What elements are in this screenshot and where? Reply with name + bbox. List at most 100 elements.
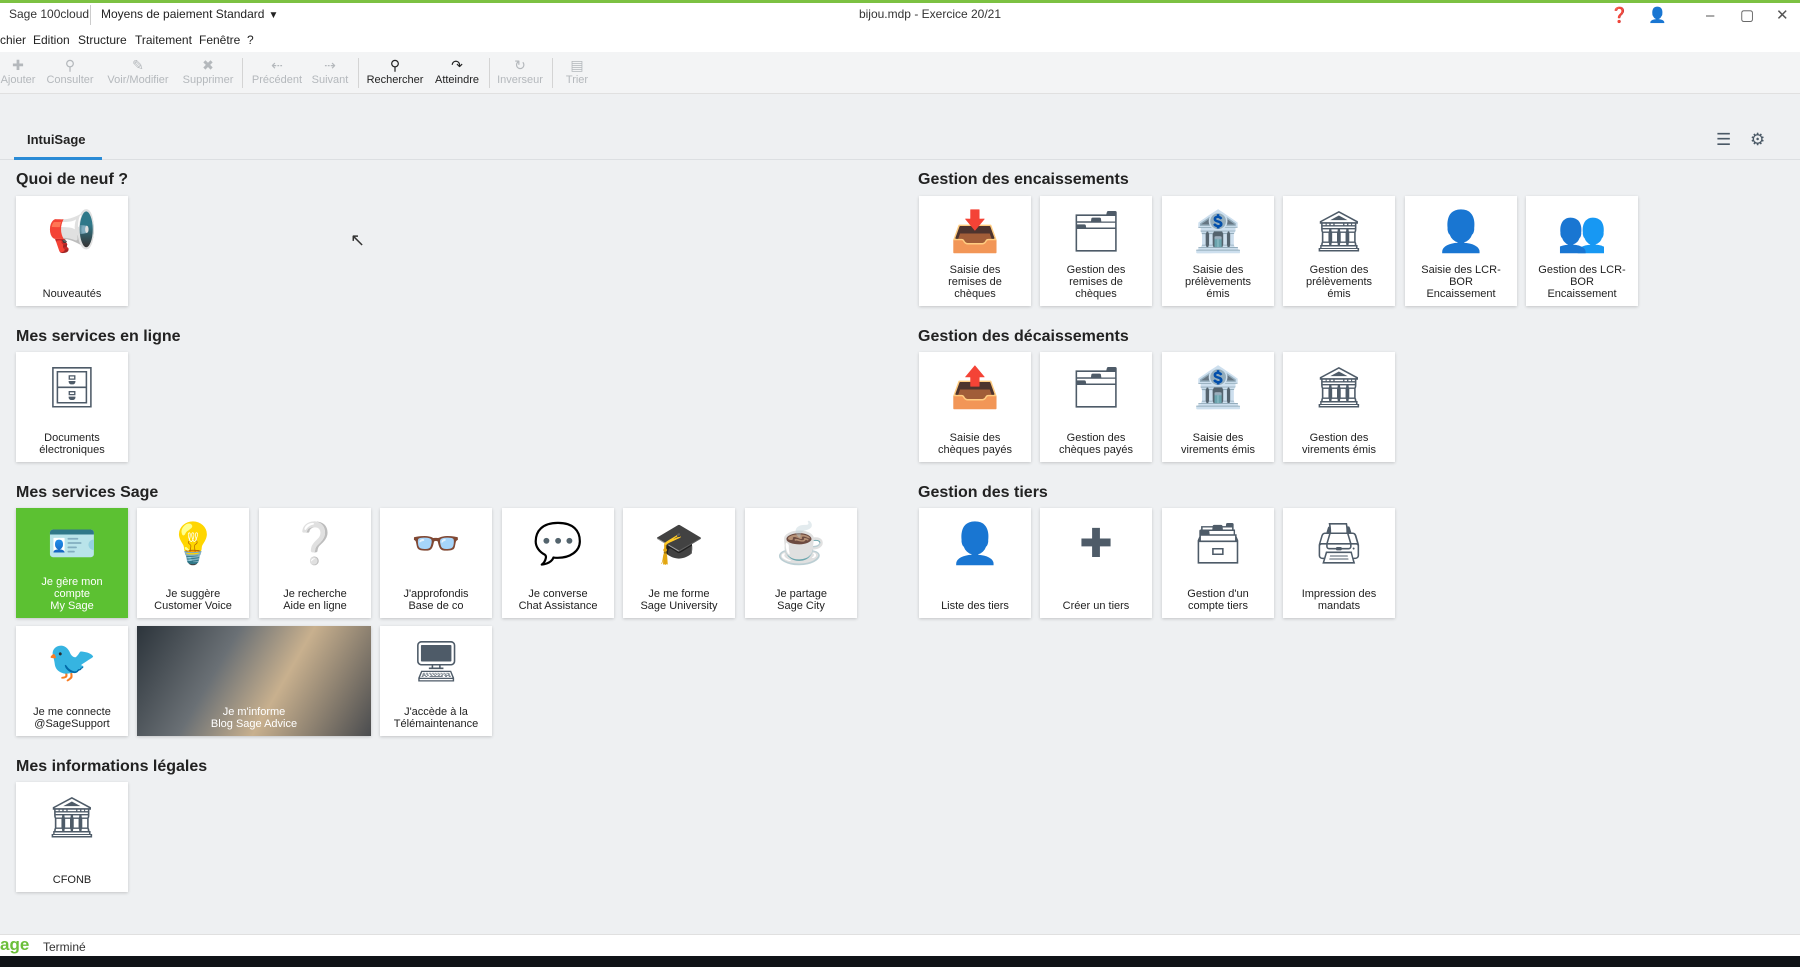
tile-label: Je suggère Customer Voice bbox=[154, 588, 232, 612]
tile-gestion-virements[interactable]: 🏛 Gestion des virements émis bbox=[1283, 352, 1395, 462]
consult-icon: ⚲ bbox=[64, 57, 76, 73]
menu-structure[interactable]: Structure bbox=[78, 33, 127, 47]
menu-traitement[interactable]: Traitement bbox=[135, 33, 192, 47]
tile-my-sage[interactable]: 🪪 Je gère mon compte My Sage bbox=[16, 508, 128, 618]
toolbar-separator bbox=[552, 58, 553, 88]
section-title-informations-legales: Mes informations légales bbox=[16, 758, 208, 775]
list-view-icon[interactable]: ☰ bbox=[1716, 130, 1731, 150]
person-icon: 👤 bbox=[950, 522, 1000, 566]
tile-label: J'approfondis Base de co bbox=[403, 588, 469, 612]
gear-icon[interactable]: ⚙ bbox=[1750, 130, 1765, 150]
menu-edition[interactable]: Edition bbox=[33, 33, 70, 47]
filing-cabinet-icon: 🗃 bbox=[1192, 522, 1244, 566]
tile-label: Gestion des prélèvements émis bbox=[1305, 264, 1373, 300]
person-folder-in-icon: 👥 bbox=[1557, 210, 1607, 254]
printer-icon: 🖨 bbox=[1313, 522, 1365, 566]
delete-button[interactable]: ✖ Supprimer bbox=[178, 57, 238, 86]
safe-icon: 🗄 bbox=[46, 366, 98, 410]
id-card-icon: 🪪 bbox=[47, 522, 97, 566]
bank-folder-in-icon: 🏛 bbox=[1313, 210, 1365, 254]
goto-icon: ↷ bbox=[451, 57, 463, 73]
bank-in-icon: 🏦 bbox=[1193, 210, 1243, 254]
status-text: Terminé bbox=[43, 940, 86, 954]
tile-customer-voice[interactable]: 💡 Je suggère Customer Voice bbox=[137, 508, 249, 618]
invert-button[interactable]: ↻ Inverseur bbox=[494, 57, 546, 86]
menu-help[interactable]: ? bbox=[247, 33, 254, 47]
tile-aide-en-ligne[interactable]: ❔ Je recherche Aide en ligne bbox=[259, 508, 371, 618]
tile-saisie-cheques-payes[interactable]: 📤 Saisie des chèques payés bbox=[919, 352, 1031, 462]
tile-label: Saisie des remises de chèques bbox=[948, 264, 1002, 300]
tile-label: Liste des tiers bbox=[941, 600, 1009, 612]
sort-button[interactable]: ▤ Trier bbox=[560, 57, 594, 86]
invert-icon: ↻ bbox=[514, 57, 526, 73]
consult-button[interactable]: ⚲ Consulter bbox=[42, 57, 98, 86]
tile-gestion-lcr-bor[interactable]: 👥 Gestion des LCR- BOR Encaissement bbox=[1526, 196, 1638, 306]
toolbar-separator bbox=[242, 58, 243, 88]
delete-icon: ✖ bbox=[202, 57, 214, 73]
tab-intuisage[interactable]: IntuiSage bbox=[27, 132, 86, 147]
tile-sage-support-twitter[interactable]: 🐦 Je me connecte @SageSupport bbox=[16, 626, 128, 736]
tile-label: Je gère mon compte My Sage bbox=[41, 576, 103, 612]
tile-sage-university[interactable]: 🎓 Je me forme Sage University bbox=[623, 508, 735, 618]
edit-icon: ✎ bbox=[132, 57, 144, 73]
tile-label: Gestion d'un compte tiers bbox=[1187, 588, 1249, 612]
tile-gestion-remises-cheques[interactable]: 🗂 Gestion des remises de chèques bbox=[1040, 196, 1152, 306]
tile-label: Gestion des virements émis bbox=[1302, 432, 1376, 456]
tile-saisie-prelevements[interactable]: 🏦 Saisie des prélèvements émis bbox=[1162, 196, 1274, 306]
maximize-icon[interactable]: ▢ bbox=[1740, 8, 1754, 23]
search-icon: ⚲ bbox=[389, 57, 401, 73]
mouse-cursor-icon: ↖ bbox=[350, 230, 366, 250]
minimize-icon[interactable]: – bbox=[1706, 8, 1714, 23]
question-icon: ❔ bbox=[290, 522, 340, 566]
close-icon[interactable]: ✕ bbox=[1776, 8, 1789, 23]
toolbar: ✚ Ajouter ⚲ Consulter ✎ Voir/Modifier ✖ Supp… bbox=[0, 52, 1800, 94]
menu-fenetre[interactable]: Fenêtre bbox=[199, 33, 240, 47]
tile-cfonb[interactable]: 🏛 CFONB bbox=[16, 782, 128, 892]
bank-folder-out-icon: 🏛 bbox=[1313, 366, 1365, 410]
window-title: bijou.mdp - Exercice 20/21 bbox=[858, 7, 1002, 21]
tile-label: Saisie des chèques payés bbox=[938, 432, 1012, 456]
tile-nouveautes[interactable]: 📢 Nouveautés bbox=[16, 196, 128, 306]
menu-fichier[interactable]: chier bbox=[0, 33, 26, 47]
coffee-cup-icon: ☕ bbox=[776, 522, 826, 566]
cheque-folder-out-icon: 🗂 bbox=[1070, 366, 1122, 410]
tile-telemaintenance[interactable]: 🖥 J'accède à la Télémaintenance bbox=[380, 626, 492, 736]
tab-underline bbox=[14, 157, 102, 160]
tile-creer-tiers[interactable]: ✚ Créer un tiers bbox=[1040, 508, 1152, 618]
tile-label: Je converse Chat Assistance bbox=[518, 588, 598, 612]
tile-label: Nouveautés bbox=[42, 288, 102, 300]
goto-button[interactable]: ↷ Atteindre bbox=[430, 57, 484, 86]
twitter-bird-icon: 🐦 bbox=[47, 640, 97, 684]
edit-button[interactable]: ✎ Voir/Modifier bbox=[102, 57, 174, 86]
next-button[interactable]: ⇢ Suivant bbox=[308, 57, 352, 86]
tile-gestion-compte-tiers[interactable]: 🗃 Gestion d'un compte tiers bbox=[1162, 508, 1274, 618]
tile-label: Impression des mandats bbox=[1301, 588, 1377, 612]
person-in-icon: 👤 bbox=[1436, 210, 1486, 254]
section-title-quoi-de-neuf: Quoi de neuf ? bbox=[16, 171, 128, 188]
tile-label: Gestion des LCR- BOR Encaissement bbox=[1538, 264, 1626, 300]
graduation-cap-icon: 🎓 bbox=[654, 522, 704, 566]
tile-label: Je me connecte @SageSupport bbox=[33, 706, 111, 730]
tile-blog-sage-advice[interactable]: Je m'informe Blog Sage Advice bbox=[137, 626, 371, 736]
tile-sage-city[interactable]: ☕ Je partage Sage City bbox=[745, 508, 857, 618]
tile-saisie-remises-cheques[interactable]: 📥 Saisie des remises de chèques bbox=[919, 196, 1031, 306]
previous-button[interactable]: ⇠ Précédent bbox=[248, 57, 306, 86]
help-icon[interactable]: ❓ bbox=[1610, 8, 1629, 23]
add-button[interactable]: ✚ Ajouter bbox=[0, 57, 36, 86]
sort-label: Trier bbox=[565, 74, 589, 86]
search-button[interactable]: ⚲ Rechercher bbox=[364, 57, 426, 86]
user-icon[interactable]: 👤 bbox=[1648, 8, 1667, 23]
tile-liste-tiers[interactable]: 👤 Liste des tiers bbox=[919, 508, 1031, 618]
tile-impression-mandats[interactable]: 🖨 Impression des mandats bbox=[1283, 508, 1395, 618]
tile-saisie-lcr-bor[interactable]: 👤 Saisie des LCR- BOR Encaissement bbox=[1405, 196, 1517, 306]
tile-chat-assistance[interactable]: 💬 Je converse Chat Assistance bbox=[502, 508, 614, 618]
tile-documents-electroniques[interactable]: 🗄 Documents électroniques bbox=[16, 352, 128, 462]
tile-label: Gestion des remises de chèques bbox=[1066, 264, 1126, 300]
section-title-services-sage: Mes services Sage bbox=[16, 484, 159, 501]
next-label: Suivant bbox=[311, 74, 349, 86]
tile-saisie-virements[interactable]: 🏦 Saisie des virements émis bbox=[1162, 352, 1274, 462]
tile-gestion-prelevements[interactable]: 🏛 Gestion des prélèvements émis bbox=[1283, 196, 1395, 306]
tile-gestion-cheques-payes[interactable]: 🗂 Gestion des chèques payés bbox=[1040, 352, 1152, 462]
tile-label: Saisie des LCR- BOR Encaissement bbox=[1421, 264, 1501, 300]
tile-base-de-connaissance[interactable]: 👓 J'approfondis Base de co bbox=[380, 508, 492, 618]
